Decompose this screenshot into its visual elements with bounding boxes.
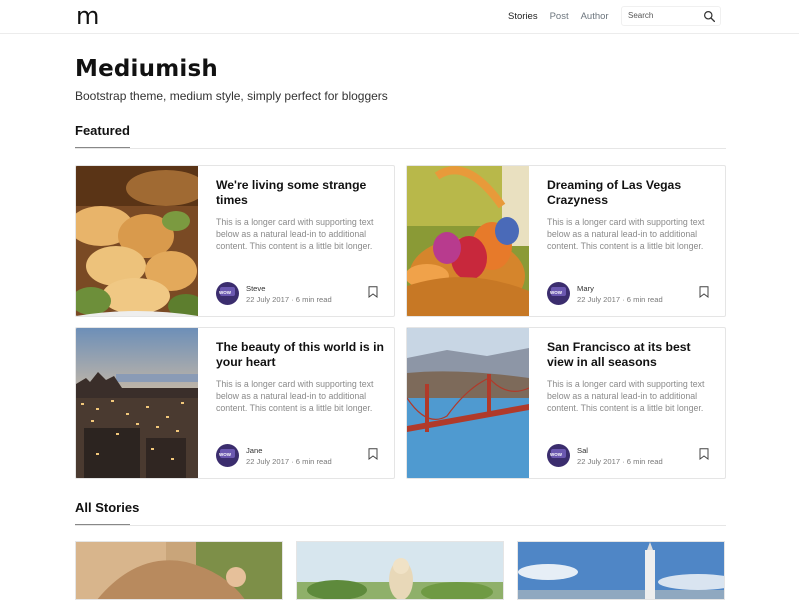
post-meta: 22 July 2017 · 6 min read: [577, 295, 663, 304]
card-footer: WOW Sal 22 July 2017 · 6 min read: [547, 444, 715, 468]
avatar[interactable]: WOW: [216, 282, 239, 305]
story-card[interactable]: [296, 541, 504, 600]
card-text: This is a longer card with supporting te…: [216, 379, 374, 414]
site-tagline: Bootstrap theme, medium style, simply pe…: [75, 89, 388, 103]
card-footer: WOW Mary 22 July 2017 · 6 min read: [547, 282, 715, 306]
author-name[interactable]: Mary: [577, 284, 594, 293]
card-title[interactable]: We're living some strange times: [216, 178, 386, 208]
avatar[interactable]: WOW: [547, 282, 570, 305]
featured-card[interactable]: We're living some strange times This is …: [75, 165, 395, 317]
nav-link-stories[interactable]: Stories: [508, 11, 538, 22]
story-image-beach[interactable]: [297, 542, 504, 600]
card-image-food[interactable]: [76, 166, 198, 317]
author-name[interactable]: Jane: [246, 446, 262, 455]
story-image-tower[interactable]: [518, 542, 725, 600]
search-icon[interactable]: [703, 10, 716, 23]
featured-card[interactable]: Dreaming of Las Vegas Crazyness This is …: [406, 165, 726, 317]
bookmark-icon[interactable]: [368, 448, 378, 460]
story-card[interactable]: [75, 541, 283, 600]
story-image-portrait[interactable]: [76, 542, 283, 600]
card-body: The beauty of this world is in your hear…: [216, 340, 386, 415]
featured-heading: Featured: [75, 123, 130, 138]
card-footer: WOW Steve 22 July 2017 · 6 min read: [216, 282, 384, 306]
post-meta: 22 July 2017 · 6 min read: [246, 457, 332, 466]
card-footer: WOW Jane 22 July 2017 · 6 min read: [216, 444, 384, 468]
card-title[interactable]: The beauty of this world is in your hear…: [216, 340, 386, 370]
story-card[interactable]: [517, 541, 725, 600]
post-meta: 22 July 2017 · 6 min read: [577, 457, 663, 466]
card-image-city-sunset[interactable]: [76, 328, 198, 479]
search-box: [621, 6, 721, 26]
author-name[interactable]: Sal: [577, 446, 588, 455]
card-body: Dreaming of Las Vegas Crazyness This is …: [547, 178, 717, 253]
all-stories-heading: All Stories: [75, 500, 140, 515]
bookmark-icon[interactable]: [699, 286, 709, 298]
card-text: This is a longer card with supporting te…: [547, 217, 705, 252]
card-image-golden-gate[interactable]: [407, 328, 529, 479]
nav-link-author[interactable]: Author: [581, 11, 609, 22]
navbar: m Stories Post Author: [0, 0, 799, 34]
card-text: This is a longer card with supporting te…: [547, 379, 705, 414]
nav-links: Stories Post Author: [508, 11, 621, 22]
avatar[interactable]: WOW: [216, 444, 239, 467]
card-title[interactable]: San Francisco at its best view in all se…: [547, 340, 717, 370]
card-body: We're living some strange times This is …: [216, 178, 386, 253]
bookmark-icon[interactable]: [699, 448, 709, 460]
site-title: Mediumish: [75, 56, 218, 82]
bookmark-icon[interactable]: [368, 286, 378, 298]
featured-card[interactable]: San Francisco at its best view in all se…: [406, 327, 726, 479]
author-name[interactable]: Steve: [246, 284, 265, 293]
brand-logo[interactable]: m: [76, 2, 99, 30]
card-image-easter-basket[interactable]: [407, 166, 529, 317]
search-input[interactable]: [628, 11, 698, 20]
avatar[interactable]: WOW: [547, 444, 570, 467]
card-title[interactable]: Dreaming of Las Vegas Crazyness: [547, 178, 717, 208]
nav-link-post[interactable]: Post: [550, 11, 569, 22]
featured-card[interactable]: The beauty of this world is in your hear…: [75, 327, 395, 479]
featured-divider: [75, 147, 726, 149]
card-text: This is a longer card with supporting te…: [216, 217, 374, 252]
card-body: San Francisco at its best view in all se…: [547, 340, 717, 415]
all-stories-divider: [75, 524, 726, 526]
post-meta: 22 July 2017 · 6 min read: [246, 295, 332, 304]
